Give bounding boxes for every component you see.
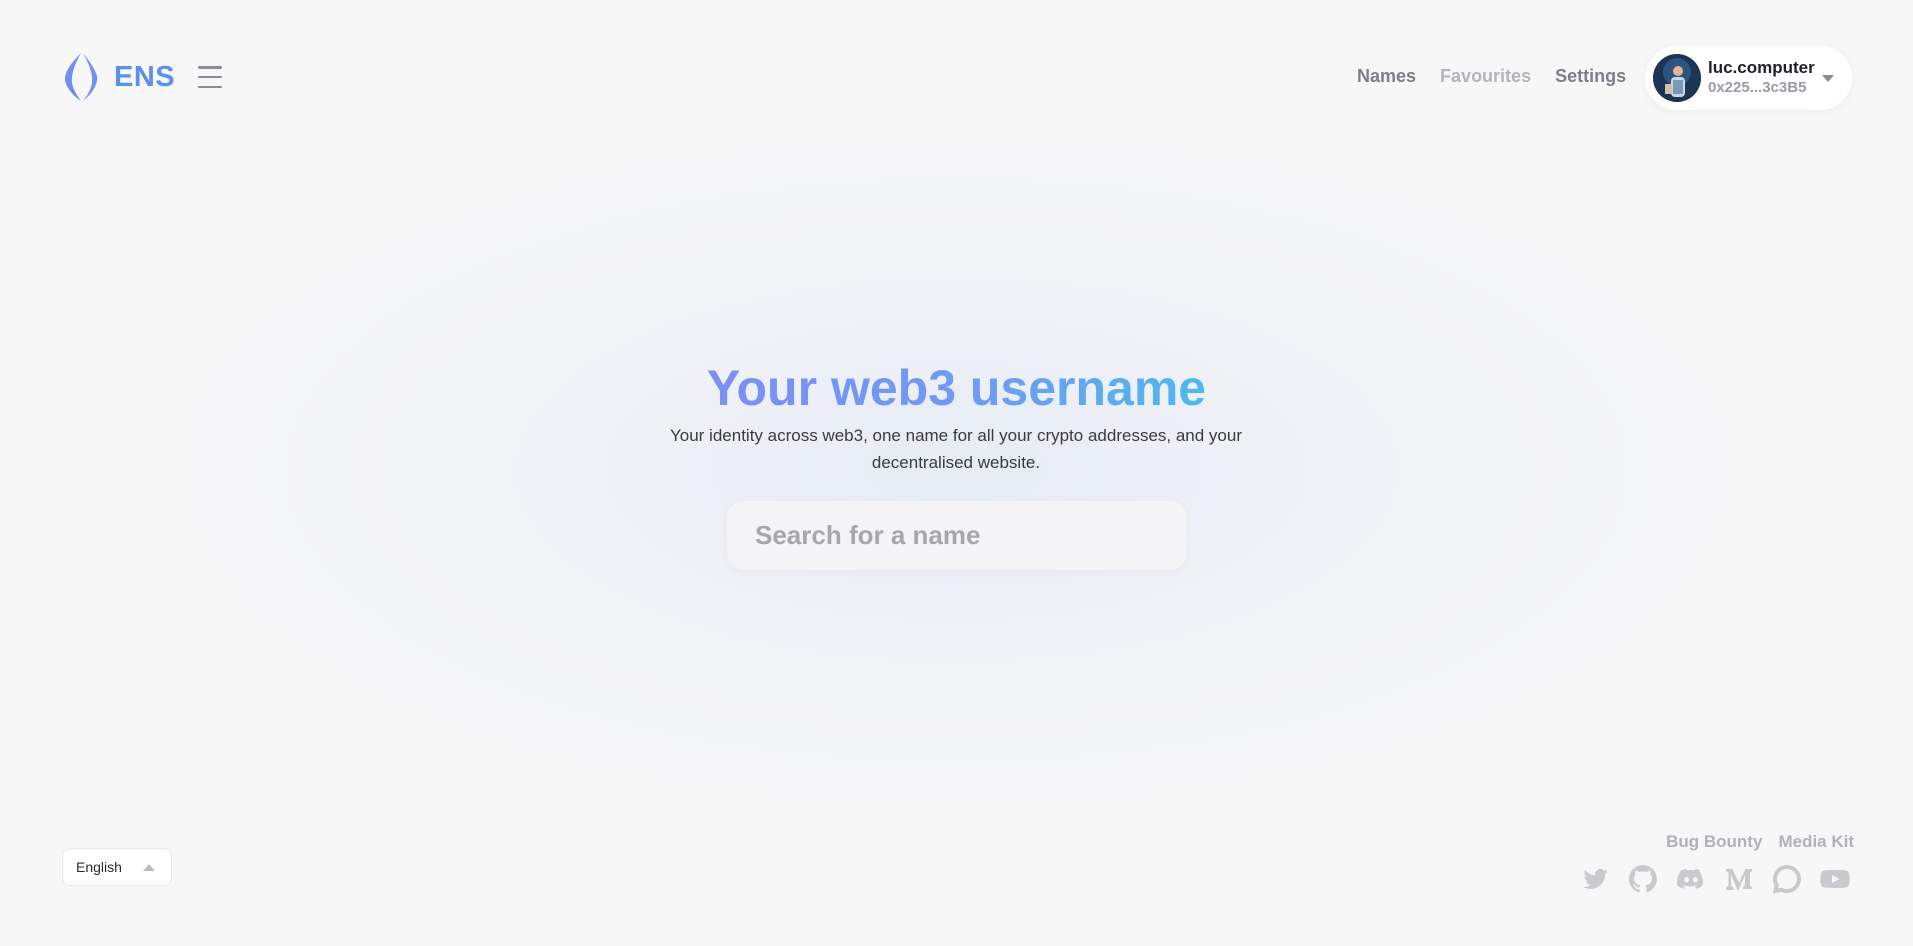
- avatar: [1653, 54, 1701, 102]
- chevron-up-icon: [143, 864, 155, 871]
- social-links: [1579, 863, 1851, 895]
- account-address: 0x225...3c3B5: [1708, 79, 1807, 96]
- top-nav: Names Favourites Settings: [1357, 66, 1626, 87]
- language-select[interactable]: English: [62, 848, 172, 886]
- nav-settings-link[interactable]: Settings: [1555, 66, 1626, 87]
- youtube-icon[interactable]: [1819, 863, 1851, 895]
- media-kit-link[interactable]: Media Kit: [1778, 832, 1854, 852]
- hero-subtitle: Your identity across web3, one name for …: [669, 426, 1242, 472]
- account-name: luc.computer: [1708, 58, 1815, 77]
- ens-logo-text: ENS: [114, 60, 176, 93]
- menu-hamburger-icon[interactable]: [198, 66, 222, 88]
- account-dropdown[interactable]: luc.computer 0x225...3c3B5: [1645, 46, 1852, 110]
- hero-title: Your web3 username: [706, 360, 1207, 416]
- github-icon[interactable]: [1627, 863, 1659, 895]
- discord-icon[interactable]: [1675, 863, 1707, 895]
- bug-bounty-link[interactable]: Bug Bounty: [1666, 832, 1762, 852]
- footer-links: Bug Bounty Media Kit: [1666, 832, 1854, 852]
- chevron-down-icon[interactable]: [1822, 75, 1834, 82]
- forum-icon[interactable]: [1771, 863, 1803, 895]
- nav-favourites-link[interactable]: Favourites: [1440, 66, 1531, 87]
- ens-logo-icon: [64, 53, 98, 101]
- search-box[interactable]: [726, 500, 1188, 571]
- nav-names-link[interactable]: Names: [1357, 66, 1416, 87]
- medium-icon[interactable]: [1723, 863, 1755, 895]
- language-label: English: [76, 859, 122, 875]
- ens-logo[interactable]: ENS: [60, 52, 175, 102]
- twitter-icon[interactable]: [1579, 863, 1611, 895]
- search-input[interactable]: [753, 519, 1187, 552]
